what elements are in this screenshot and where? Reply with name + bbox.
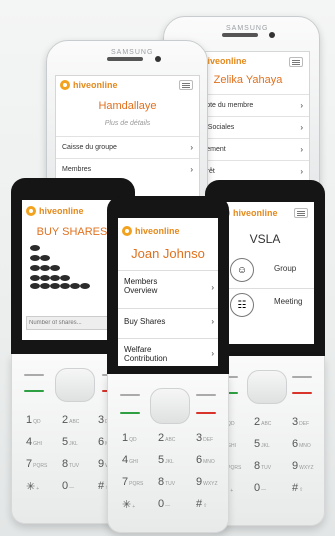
list-item-members-overview[interactable]: Members Overview › [118, 270, 218, 306]
key-7[interactable]: 7PQRS [26, 458, 47, 470]
list-item[interactable]: Membres › [56, 158, 199, 180]
menu-icon[interactable] [289, 57, 303, 67]
key-5[interactable]: 5JKL [158, 454, 174, 466]
phone-body: 1QD 2ABC 3DEF 4GHI 5JKL 6MNO 7PQRS 8TUV … [107, 374, 229, 533]
details-link[interactable]: Plus de détails [56, 120, 199, 127]
key-7[interactable]: 7PQRS [122, 476, 143, 488]
list-item-welfare-contribution[interactable]: Welfare Contribution › [118, 338, 218, 366]
feature-phone-middle: hiveonline Joan Johnso Members Overview … [107, 196, 229, 533]
key-2[interactable]: 2ABC [158, 432, 175, 444]
menu-icon[interactable] [179, 80, 193, 90]
group-button[interactable]: ☺ Group [216, 256, 314, 284]
key-9[interactable]: 9WXYZ [292, 460, 314, 472]
key-0[interactable]: 0— [254, 482, 266, 494]
nav-pad[interactable] [55, 368, 95, 402]
member-name: Joan Johnso [131, 246, 205, 261]
nav-pad[interactable] [247, 370, 287, 404]
chevron-right-icon: › [190, 143, 193, 152]
right-soft-key[interactable] [292, 376, 312, 378]
key-6[interactable]: 6MNO [292, 438, 311, 450]
call-button[interactable] [120, 412, 140, 414]
earpiece [107, 57, 143, 61]
screen-title: VSLA [249, 232, 281, 246]
earpiece [222, 33, 258, 37]
key-8[interactable]: 8TUV [254, 460, 271, 472]
key-3[interactable]: 3DEF [196, 432, 213, 444]
list-item-buy-shares[interactable]: Buy Shares › [118, 308, 218, 338]
feature-middle-screen: hiveonline Joan Johnso Members Overview … [118, 218, 218, 366]
key-4[interactable]: 4GHI [122, 454, 138, 466]
group-name: Hamdallaye [98, 100, 157, 112]
left-soft-key[interactable] [120, 394, 140, 396]
maker-label: SAMSUNG [226, 25, 269, 32]
hive-icon [122, 226, 132, 236]
front-camera [269, 32, 275, 38]
end-button[interactable] [292, 392, 312, 394]
right-soft-key[interactable] [196, 394, 216, 396]
key-9[interactable]: 9WXYZ [196, 476, 218, 488]
chevron-right-icon: › [190, 165, 193, 174]
key-4[interactable]: 4GHI [26, 436, 42, 448]
key-6[interactable]: 6MNO [196, 454, 215, 466]
feature-right-screen: hiveonline VSLA ☺ Group ☷ Meeting [216, 202, 314, 344]
key-2[interactable]: 2ABC [62, 414, 79, 426]
key-star[interactable]: ✳+ [122, 498, 135, 511]
hiveonline-logo: hiveonline [26, 206, 84, 216]
key-hash[interactable]: #⇧ [196, 498, 207, 510]
chevron-right-icon: › [300, 167, 303, 176]
group-icon: ☺ [230, 258, 254, 282]
key-5[interactable]: 5JKL [254, 438, 270, 450]
chevron-right-icon: › [211, 349, 214, 358]
shares-input[interactable] [26, 316, 112, 330]
chevron-right-icon: › [211, 283, 214, 292]
key-hash[interactable]: #⇧ [292, 482, 303, 494]
sheep-illustration [30, 245, 90, 289]
key-3[interactable]: 3DEF [292, 416, 309, 428]
list-item[interactable]: Caisse du groupe › [56, 136, 199, 158]
meeting-icon: ☷ [230, 293, 254, 317]
chevron-right-icon: › [300, 123, 303, 132]
maker-label: SAMSUNG [111, 49, 154, 56]
hiveonline-logo: hiveonline [60, 80, 118, 90]
key-0[interactable]: 0— [158, 498, 170, 510]
key-5[interactable]: 5JKL [62, 436, 78, 448]
key-1[interactable]: 1QD [122, 432, 137, 444]
call-button[interactable] [24, 390, 44, 392]
key-0[interactable]: 0— [62, 480, 74, 492]
key-1[interactable]: 1QD [26, 414, 41, 426]
front-camera [155, 56, 161, 62]
key-8[interactable]: 8TUV [62, 458, 79, 470]
hive-icon [26, 206, 36, 216]
key-2[interactable]: 2ABC [254, 416, 271, 428]
chevron-right-icon: › [300, 145, 303, 154]
hive-icon [60, 80, 70, 90]
left-soft-key[interactable] [24, 374, 44, 376]
chevron-right-icon: › [211, 317, 214, 326]
end-button[interactable] [196, 412, 216, 414]
nav-pad[interactable] [150, 388, 190, 424]
key-star[interactable]: ✳+ [26, 480, 39, 493]
chevron-right-icon: › [300, 101, 303, 110]
key-8[interactable]: 8TUV [158, 476, 175, 488]
hiveonline-logo: hiveonline [122, 226, 180, 236]
meeting-button[interactable]: ☷ Meeting [216, 288, 314, 317]
menu-icon[interactable] [294, 208, 308, 218]
